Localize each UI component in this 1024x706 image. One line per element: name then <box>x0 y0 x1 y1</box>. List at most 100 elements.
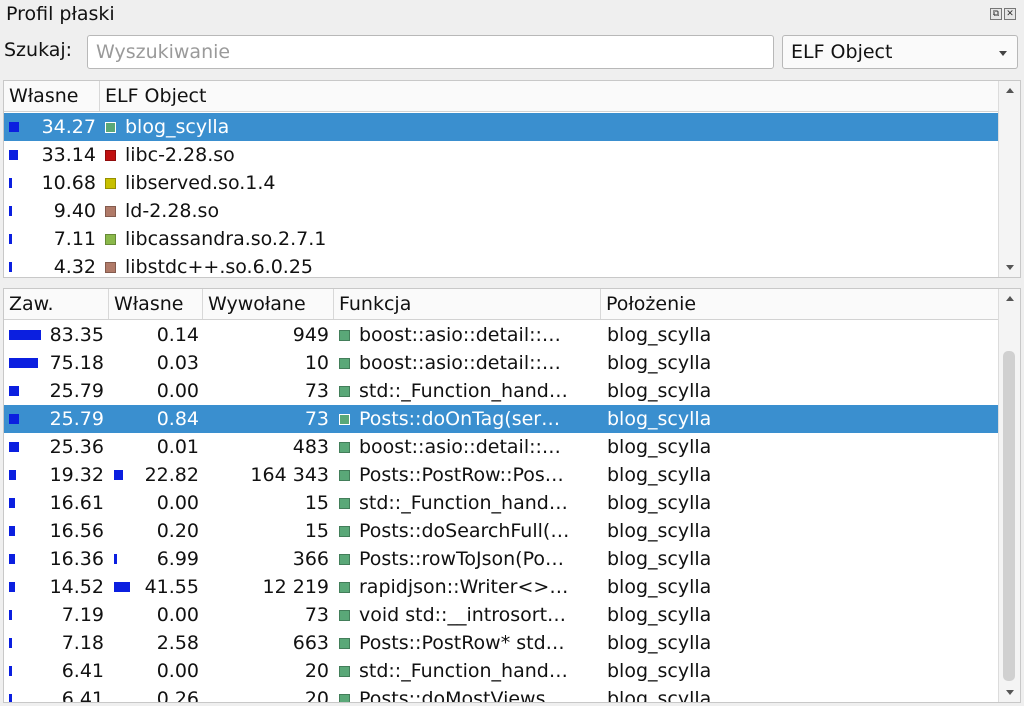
float-icon[interactable]: ⧉ <box>990 8 1002 20</box>
table-row[interactable]: 4.32 libstdc++.so.6.0.25 <box>4 253 999 278</box>
color-swatch <box>339 666 350 677</box>
inclusive-value: 7.19 <box>61 604 104 626</box>
color-swatch <box>339 610 350 621</box>
scroll-down-icon[interactable] <box>1006 265 1014 270</box>
color-swatch <box>339 414 350 425</box>
calls-value: 15 <box>304 492 329 514</box>
function-name: Posts::PostRow::Pos… <box>359 464 564 486</box>
self-value: 0.26 <box>156 688 199 703</box>
table-row[interactable]: 75.18 0.03 10 boost::asio::detail::… blog_sc… <box>4 349 999 377</box>
location-value: blog_scylla <box>607 660 712 682</box>
calls-value: 12 219 <box>262 576 329 598</box>
self-value: 0.03 <box>156 352 199 374</box>
column-header-calls[interactable]: Wywołane <box>203 289 334 319</box>
self-value: 0.00 <box>156 660 199 682</box>
self-value: 0.00 <box>156 604 199 626</box>
self-value: 2.58 <box>156 632 199 654</box>
table-header: Zaw. Własne Wywołane Funkcja Położenie <box>4 289 999 320</box>
elf-object-table[interactable]: Własne ELF Object 34.27 blog_scylla 33.14 l… <box>3 80 1021 278</box>
color-swatch <box>339 442 350 453</box>
calls-value: 15 <box>304 520 329 542</box>
column-header-inclusive[interactable]: Zaw. <box>4 289 109 319</box>
inclusive-value: 7.18 <box>61 632 104 654</box>
inclusive-value: 75.18 <box>49 352 104 374</box>
vertical-scrollbar[interactable] <box>998 289 1020 702</box>
table-row[interactable]: 9.40 ld-2.28.so <box>4 197 999 225</box>
self-value: 0.14 <box>156 324 199 346</box>
calls-value: 73 <box>304 380 329 402</box>
scroll-up-icon[interactable] <box>1006 88 1014 93</box>
vertical-scrollbar[interactable] <box>998 81 1020 277</box>
close-icon[interactable]: ✕ <box>1004 8 1016 20</box>
elf-object-name: libc-2.28.so <box>125 144 235 166</box>
inclusive-value: 25.79 <box>49 408 104 430</box>
calls-value: 483 <box>292 436 329 458</box>
table-row[interactable]: 83.35 0.14 949 boost::asio::detail::… blog_s… <box>4 321 999 349</box>
function-name: boost::asio::detail::… <box>359 324 561 346</box>
calls-value: 663 <box>292 632 329 654</box>
color-swatch <box>339 358 350 369</box>
color-swatch <box>105 234 116 245</box>
table-row[interactable]: 25.79 0.00 73 std::_Function_hand… blog_scyl… <box>4 377 999 405</box>
inclusive-value: 14.52 <box>49 576 104 598</box>
self-value: 0.20 <box>156 520 199 542</box>
location-value: blog_scylla <box>607 604 712 626</box>
table-row[interactable]: 10.68 libserved.so.1.4 <box>4 169 999 197</box>
table-row[interactable]: 14.52 41.55 12 219 rapidjson::Writer<>… blog… <box>4 573 999 601</box>
table-row[interactable]: 33.14 libc-2.28.so <box>4 141 999 169</box>
table-row[interactable]: 16.36 6.99 366 Posts::rowToJson(Po… blog_scy… <box>4 545 999 573</box>
panel-title: Profil płaski <box>6 3 115 25</box>
search-label: Szukaj: <box>4 39 73 61</box>
table-row[interactable]: 25.79 0.84 73 Posts::doOnTag(ser… blog_scyll… <box>4 405 999 433</box>
self-value: 0.01 <box>156 436 199 458</box>
column-header-self[interactable]: Własne <box>109 289 203 319</box>
table-row[interactable]: 16.61 0.00 15 std::_Function_hand… blog_scyl… <box>4 489 999 517</box>
elf-object-name: libserved.so.1.4 <box>125 172 276 194</box>
table-row[interactable]: 34.27 blog_scylla <box>4 113 999 141</box>
calls-value: 366 <box>292 548 329 570</box>
location-value: blog_scylla <box>607 492 712 514</box>
column-header-elf-object[interactable]: ELF Object <box>100 81 999 111</box>
self-value: 41.55 <box>144 576 199 598</box>
table-row[interactable]: 19.32 22.82 164 343 Posts::PostRow::Pos… blo… <box>4 461 999 489</box>
function-name: Posts::rowToJson(Po… <box>359 548 565 570</box>
groupby-dropdown[interactable]: ELF Object <box>782 35 1018 69</box>
self-value: 9.40 <box>53 200 96 222</box>
self-value: 33.14 <box>41 144 96 166</box>
elf-object-name: libstdc++.so.6.0.25 <box>125 256 314 278</box>
location-value: blog_scylla <box>607 520 712 542</box>
location-value: blog_scylla <box>607 688 712 703</box>
table-row[interactable]: 25.36 0.01 483 boost::asio::detail::… blog_s… <box>4 433 999 461</box>
inclusive-value: 83.35 <box>49 324 104 346</box>
location-value: blog_scylla <box>607 352 712 374</box>
table-row[interactable]: 6.41 0.00 20 std::_Function_hand… blog_scyll… <box>4 657 999 685</box>
function-name: std::_Function_hand… <box>359 380 568 402</box>
table-row[interactable]: 6.41 0.26 20 Posts::doMostViews… blog_scylla <box>4 685 999 703</box>
table-row[interactable]: 7.11 libcassandra.so.2.7.1 <box>4 225 999 253</box>
function-name: std::_Function_hand… <box>359 492 568 514</box>
color-swatch <box>339 386 350 397</box>
scroll-down-icon[interactable] <box>1006 690 1014 695</box>
functions-table[interactable]: Zaw. Własne Wywołane Funkcja Położenie 8… <box>3 288 1021 703</box>
column-header-location[interactable]: Położenie <box>601 289 999 319</box>
scroll-up-icon[interactable] <box>1006 296 1014 301</box>
search-input[interactable] <box>87 35 774 69</box>
column-header-function[interactable]: Funkcja <box>334 289 601 319</box>
self-value: 6.99 <box>156 548 199 570</box>
inclusive-value: 6.41 <box>61 688 104 703</box>
color-swatch <box>339 694 350 702</box>
elf-object-name: blog_scylla <box>125 116 230 138</box>
scrollbar-thumb[interactable] <box>1003 351 1015 681</box>
function-name: Posts::doMostViews… <box>359 688 565 703</box>
location-value: blog_scylla <box>607 548 712 570</box>
inclusive-value: 16.61 <box>49 492 104 514</box>
table-row[interactable]: 7.18 2.58 663 Posts::PostRow* std… blog_scyl… <box>4 629 999 657</box>
color-swatch <box>339 554 350 565</box>
column-header-self[interactable]: Własne <box>4 81 100 111</box>
self-value: 22.82 <box>144 464 199 486</box>
table-row[interactable]: 16.56 0.20 15 Posts::doSearchFull(… blog_scy… <box>4 517 999 545</box>
color-swatch <box>105 122 116 133</box>
table-row[interactable]: 7.19 0.00 73 void std::__introsort… blog_scy… <box>4 601 999 629</box>
color-swatch <box>339 526 350 537</box>
location-value: blog_scylla <box>607 632 712 654</box>
